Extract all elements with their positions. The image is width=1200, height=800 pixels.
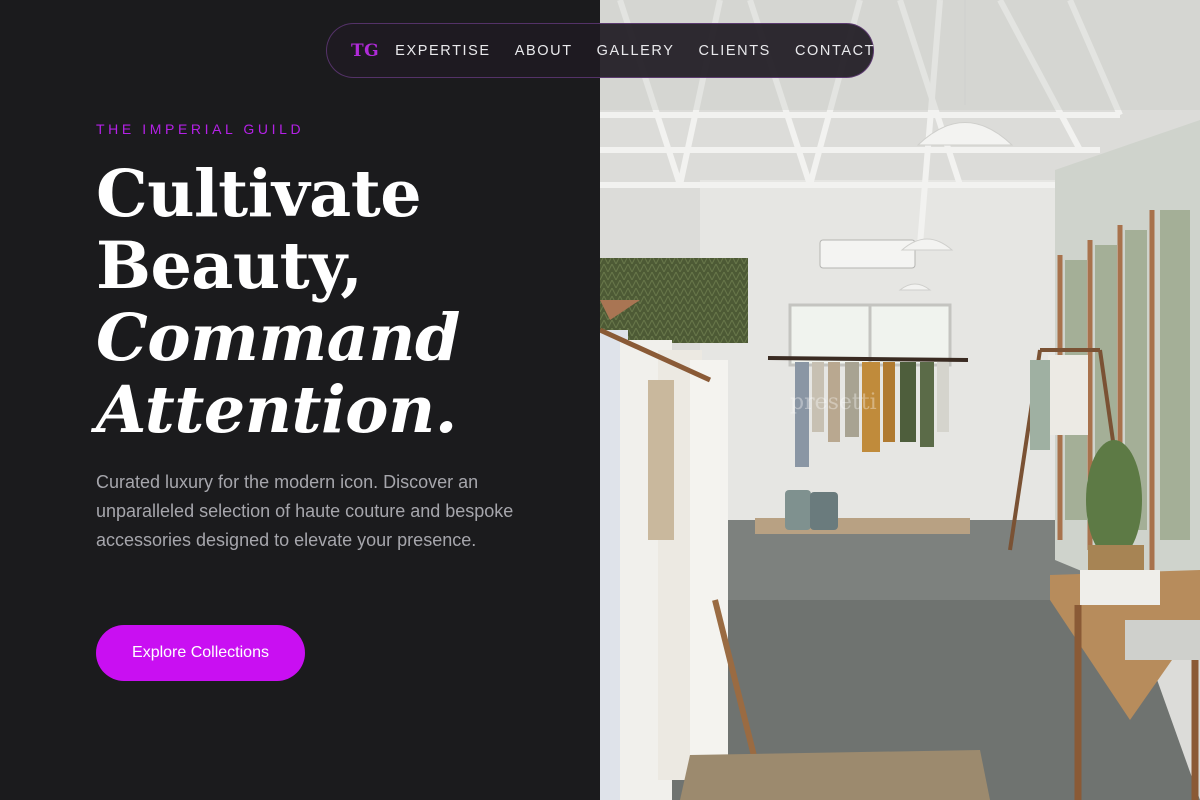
hero-text-panel: THE IMPERIAL GUILD Cultivate Beauty, Com…: [0, 0, 600, 800]
image-watermark: presetti: [790, 390, 877, 415]
nav-link-gallery[interactable]: GALLERY: [597, 43, 675, 59]
hero-eyebrow: THE IMPERIAL GUILD: [96, 121, 305, 137]
nav-link-clients[interactable]: CLIENTS: [699, 43, 771, 59]
store-interior-illustration: [600, 0, 1200, 800]
top-navigation: TG EXPERTISE ABOUT GALLERY CLIENTS CONTA…: [326, 23, 874, 78]
headline-line-3: Command: [96, 300, 460, 376]
headline-line-4: Attention.: [96, 372, 457, 448]
hero-headline: Cultivate Beauty, Command Attention.: [96, 158, 460, 446]
hero-description: Curated luxury for the modern icon. Disc…: [96, 472, 514, 550]
headline-line-1: Cultivate: [96, 156, 422, 232]
explore-collections-button[interactable]: Explore Collections: [96, 625, 305, 681]
nav-link-about[interactable]: ABOUT: [515, 43, 573, 59]
nav-link-expertise[interactable]: EXPERTISE: [395, 43, 491, 59]
headline-line-2: Beauty,: [96, 228, 363, 304]
hero-image: presetti: [600, 0, 1200, 800]
nav-link-contact[interactable]: CONTACT: [795, 43, 875, 59]
brand-logo[interactable]: TG: [351, 41, 379, 61]
